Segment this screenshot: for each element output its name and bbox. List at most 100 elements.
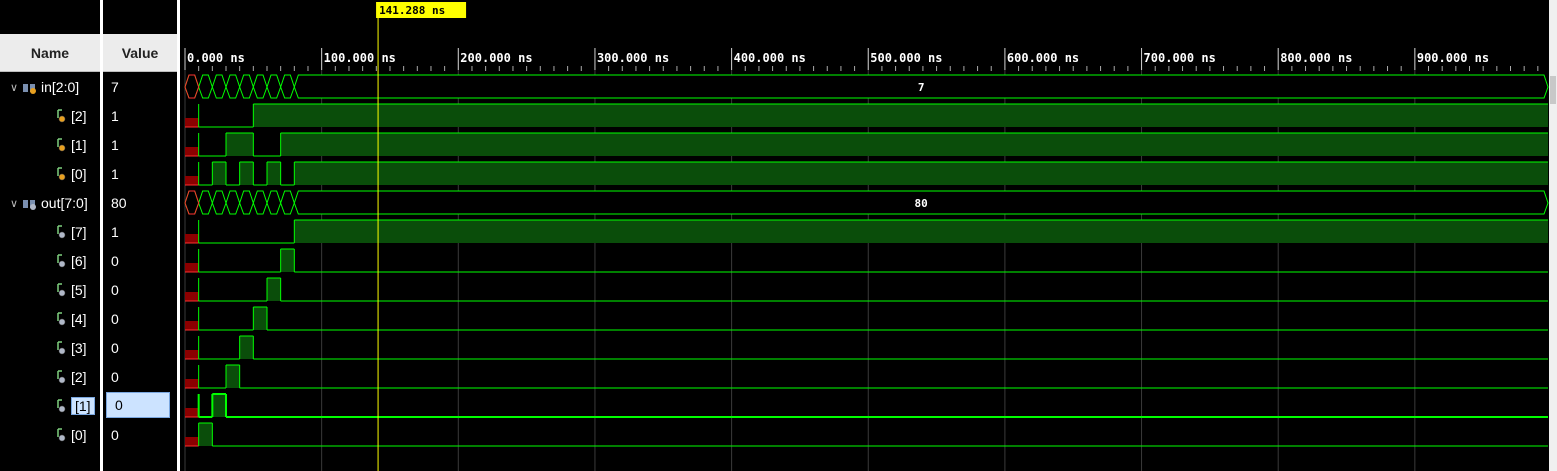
- signal-value-label: 0: [115, 397, 123, 413]
- high-fill: [294, 220, 1548, 243]
- output-bit-icon: [56, 399, 66, 413]
- name-column-header-label: Name: [30, 44, 70, 61]
- signal-value-out7[interactable]: 1: [103, 221, 175, 243]
- signal-value-label: 1: [111, 108, 119, 124]
- high-fill: [253, 104, 1549, 127]
- signal-value-in2[interactable]: 1: [103, 105, 175, 127]
- output-bit-icon: [56, 428, 66, 442]
- signal-value-out1[interactable]: 0: [106, 392, 170, 418]
- header-spacer: [0, 0, 177, 34]
- signal-value-label: 80: [111, 195, 127, 211]
- value-column-header-label: Value: [121, 44, 159, 61]
- undefined-segment: [185, 379, 199, 388]
- signal-name-label: in[2:0]: [41, 79, 80, 95]
- undefined-segment: [185, 176, 199, 185]
- tick-label: 800.000 ns: [1280, 51, 1352, 65]
- high-fill: [294, 162, 1548, 185]
- high-fill: [280, 249, 295, 272]
- undefined-segment: [185, 292, 199, 301]
- undefined-segment: [185, 118, 199, 127]
- undefined-segment: [185, 147, 199, 156]
- signal-name-label: [1]: [71, 397, 95, 415]
- input-bit-icon: [56, 138, 66, 152]
- bus-in-icon: [22, 81, 38, 94]
- signal-value-label: 0: [111, 340, 119, 356]
- output-bit-icon: [56, 370, 66, 384]
- tick-label: 100.000 ns: [324, 51, 396, 65]
- undefined-segment: [185, 234, 199, 243]
- value-column-header[interactable]: Value: [103, 34, 177, 72]
- signal-value-label: 0: [111, 311, 119, 327]
- bus-value-label: 80: [915, 197, 928, 210]
- tick-label: 700.000 ns: [1144, 51, 1216, 65]
- signal-value-out3[interactable]: 0: [103, 337, 175, 359]
- signal-name-label: [0]: [71, 166, 87, 182]
- chevron-down-icon[interactable]: ∨: [6, 81, 22, 94]
- undefined-segment: [185, 437, 199, 446]
- high-fill: [266, 162, 281, 185]
- signal-value-out6[interactable]: 0: [103, 250, 175, 272]
- tick-label: 0.000 ns: [187, 51, 245, 65]
- tick-label: 200.000 ns: [460, 51, 532, 65]
- signal-name-label: [7]: [71, 224, 87, 240]
- input-bit-icon: [56, 109, 66, 123]
- vertical-scrollbar[interactable]: [1549, 0, 1557, 471]
- high-fill: [239, 336, 254, 359]
- bus-transitions: [184, 190, 295, 215]
- signal-value-in0[interactable]: 1: [103, 163, 175, 185]
- undefined-segment: [185, 408, 199, 417]
- tick-label: 400.000 ns: [734, 51, 806, 65]
- signal-name-out[interactable]: ∨ out[7:0]: [0, 192, 100, 214]
- signal-name-label: [3]: [71, 340, 87, 356]
- output-bit-icon: [56, 283, 66, 297]
- signal-name-in[interactable]: ∨ in[2:0]: [0, 76, 100, 98]
- signal-value-label: 1: [111, 166, 119, 182]
- high-fill: [212, 162, 226, 185]
- waveform-pane[interactable]: 0.000 ns 100.000 ns 200.000 ns 300.000 ns 40…: [180, 0, 1557, 471]
- high-fill: [212, 394, 226, 417]
- waveform-canvas[interactable]: 0.000 ns 100.000 ns 200.000 ns 300.000 ns 40…: [180, 0, 1557, 471]
- signal-name-label: [1]: [71, 137, 87, 153]
- signal-name-label: [4]: [71, 311, 87, 327]
- signal-value-in[interactable]: 7: [103, 76, 175, 98]
- signal-value-label: 1: [111, 224, 119, 240]
- signal-value-label: 0: [111, 253, 119, 269]
- signal-value-label: 0: [111, 427, 119, 443]
- signal-value-out4[interactable]: 0: [103, 308, 175, 330]
- input-bit-icon: [56, 167, 66, 181]
- high-fill: [253, 307, 267, 330]
- scrollbar-thumb[interactable]: [1550, 76, 1556, 104]
- signal-value-in1[interactable]: 1: [103, 134, 175, 156]
- output-bit-icon: [56, 312, 66, 326]
- cursor-time-label: 141.288 ns: [379, 4, 445, 17]
- bus-undefined: [184, 190, 200, 215]
- undefined-segment: [185, 321, 199, 330]
- tick-label: 900.000 ns: [1417, 51, 1489, 65]
- output-bit-icon: [56, 254, 66, 268]
- bus-undefined: [184, 74, 200, 99]
- signal-value-label: 0: [111, 369, 119, 385]
- tick-label: 500.000 ns: [870, 51, 942, 65]
- signal-name-label: out[7:0]: [41, 195, 88, 211]
- signal-value-label: 7: [111, 79, 119, 95]
- bus-out-icon: [22, 197, 38, 210]
- signal-name-label: [5]: [71, 282, 87, 298]
- bus-value-label: 7: [918, 81, 925, 94]
- undefined-segment: [185, 350, 199, 359]
- chevron-down-icon[interactable]: ∨: [6, 197, 22, 210]
- signal-value-out2[interactable]: 0: [103, 366, 175, 388]
- tick-label: 300.000 ns: [597, 51, 669, 65]
- signal-name-label: [0]: [71, 427, 87, 443]
- tick-label: 600.000 ns: [1007, 51, 1079, 65]
- signal-value-label: 1: [111, 137, 119, 153]
- name-column-header[interactable]: Name: [0, 34, 100, 72]
- signal-value-out[interactable]: 80: [103, 192, 175, 214]
- output-bit-icon: [56, 341, 66, 355]
- high-fill: [239, 162, 254, 185]
- signal-value-out0[interactable]: 0: [103, 424, 175, 446]
- signal-value-label: 0: [111, 282, 119, 298]
- high-fill: [266, 278, 281, 301]
- signal-value-out5[interactable]: 0: [103, 279, 175, 301]
- high-fill: [225, 365, 240, 388]
- bus-transitions: [184, 74, 295, 99]
